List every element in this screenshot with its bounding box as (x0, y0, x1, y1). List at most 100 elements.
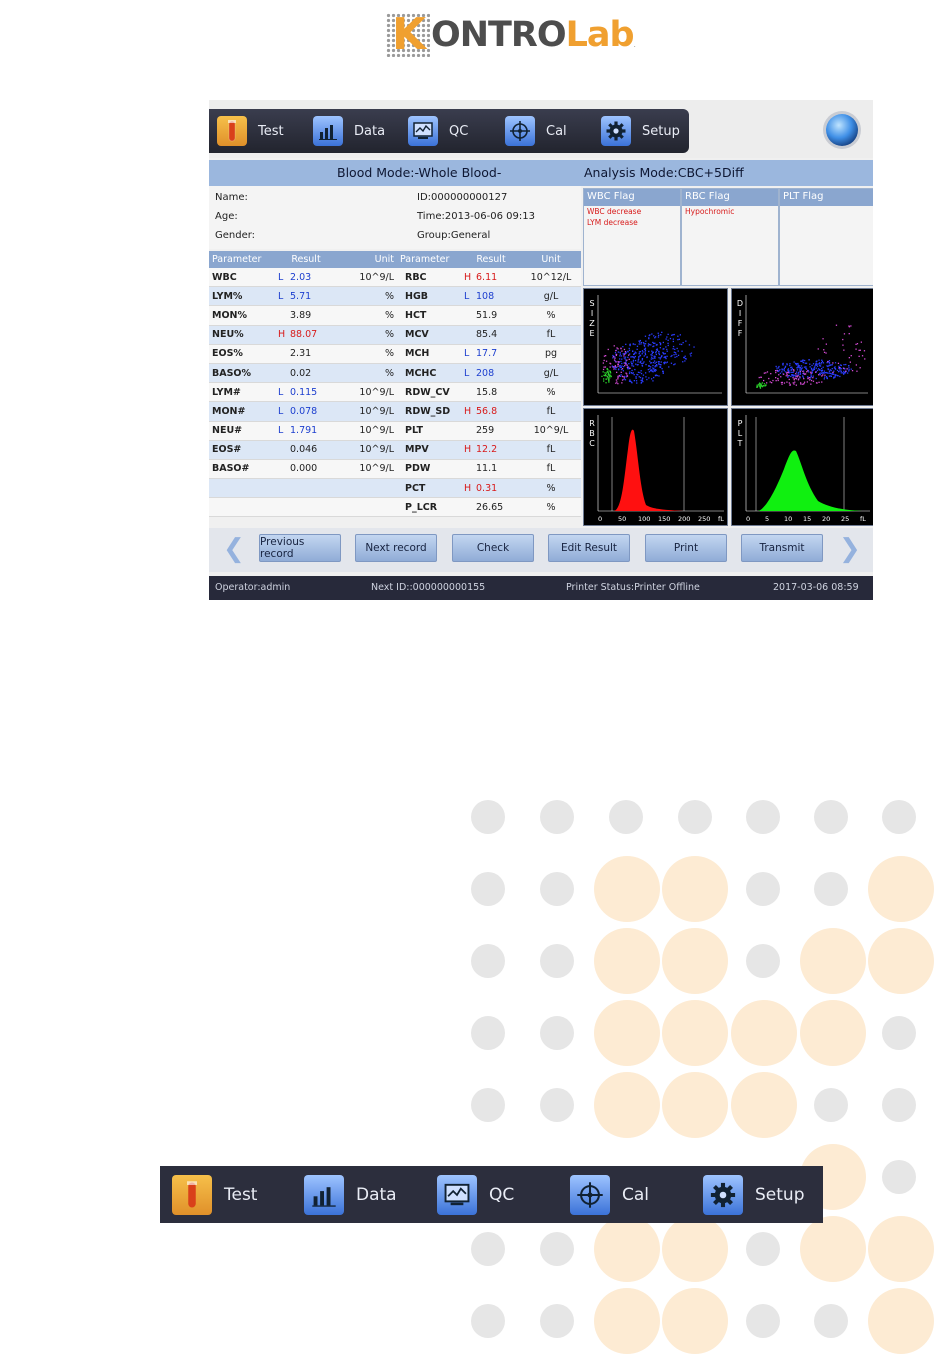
scatter-point (860, 341, 862, 343)
scatter-point (828, 375, 831, 377)
tab-qc[interactable]: QC (408, 115, 468, 147)
result-cell: 0.02 (275, 363, 337, 384)
scatter-point (806, 381, 808, 383)
check-button[interactable]: Check (452, 534, 534, 562)
parameter-name (209, 478, 275, 499)
scatter-point (615, 354, 617, 356)
scatter-point (844, 372, 847, 374)
scatter-point (624, 356, 627, 358)
scatter-point (682, 342, 684, 344)
scatter-point (791, 368, 793, 370)
power-button[interactable] (826, 114, 858, 146)
parameter-name: BASO# (209, 459, 275, 480)
scatter-point (648, 371, 650, 373)
parameter-name: LYM# (209, 382, 275, 403)
parameter-name: MON# (209, 401, 275, 422)
table-row: P_LCR 26.65% (209, 497, 581, 518)
scatter-point (658, 357, 660, 359)
big-tab-data[interactable]: Data (304, 1175, 397, 1215)
scatter-point (811, 372, 813, 374)
scatter-point (779, 369, 781, 371)
parameter-name: MON% (209, 305, 275, 326)
big-tab-qc-label: QC (489, 1185, 515, 1205)
scatter-point (683, 357, 685, 359)
scatter-point (817, 363, 819, 365)
scatter-point (789, 364, 791, 367)
scatter-point (675, 353, 677, 355)
scatter-point (775, 370, 777, 372)
bar-chart-icon (304, 1175, 344, 1215)
scatter-point (810, 375, 812, 377)
result-value: 11.1 (476, 463, 498, 475)
result-cell: L 5.71 (275, 286, 337, 307)
scatter-point (835, 324, 838, 326)
tab-data[interactable]: Data (313, 115, 385, 147)
table-row: BASO% 0.02% MCHC L 208 g/L (209, 363, 581, 384)
scatter-point (672, 345, 675, 348)
scatter-point (652, 380, 654, 382)
scatter-point (619, 351, 621, 354)
scatter-point (795, 364, 798, 366)
tab-cal[interactable]: Cal (505, 115, 567, 147)
scatter-point (802, 359, 804, 361)
scatter-point (803, 378, 805, 380)
scatter-point (645, 363, 647, 366)
scatter-point (617, 365, 619, 367)
big-tab-qc[interactable]: QC (437, 1175, 514, 1215)
scatter-point (799, 365, 801, 367)
scatter-point (758, 376, 760, 379)
scatter-point (781, 383, 783, 385)
scatter-point (668, 366, 670, 368)
scatter-point (808, 371, 810, 373)
scatter-point (631, 363, 633, 365)
big-tab-setup[interactable]: Setup (703, 1175, 804, 1215)
previous-page-arrow-icon[interactable]: ❮ (223, 536, 245, 562)
edit-result-button[interactable]: Edit Result (548, 534, 630, 562)
previous-record-button[interactable]: Previous record (259, 534, 341, 562)
result-flag: L (278, 290, 284, 302)
scatter-point (836, 369, 839, 372)
scatter-point (822, 366, 824, 368)
transmit-button[interactable]: Transmit (741, 534, 823, 562)
scatter-point (816, 382, 818, 384)
big-tab-test[interactable]: Test (172, 1175, 257, 1215)
tab-setup[interactable]: Setup (601, 115, 680, 147)
tick-label: 15 (803, 515, 811, 523)
logo-wordmark: ONTROLab (431, 15, 635, 55)
parameter-name: RDW_SD (397, 401, 461, 422)
wbc-flag-item: LYM decrease (587, 218, 638, 227)
scatter-point (821, 375, 823, 377)
scatter-point (603, 378, 605, 380)
scatter-point (832, 362, 834, 364)
result-cell: L 208 (461, 363, 521, 384)
scatter-point (660, 342, 662, 345)
plt-curve (758, 450, 862, 511)
rbc-histogram-canvas: 0 50 100 150 200 250 fL (597, 415, 724, 523)
scatter-point (632, 361, 634, 363)
scatter-point (802, 370, 804, 372)
scatter-point (602, 362, 604, 364)
tab-test[interactable]: Test (217, 115, 284, 147)
scatter-point (783, 382, 786, 384)
scatter-point (677, 354, 680, 356)
big-tab-cal[interactable]: Cal (570, 1175, 649, 1215)
scatter-point (783, 369, 785, 371)
scatter-point (775, 371, 777, 374)
scatter-point (644, 343, 647, 345)
result-cell: 259 (461, 421, 521, 441)
tab-test-label: Test (258, 123, 284, 139)
scatter-point (652, 345, 654, 348)
scatter-point (619, 353, 621, 355)
scatter-point (681, 343, 683, 346)
next-id-status: Next ID::000000000155 (371, 582, 486, 593)
next-record-button[interactable]: Next record (355, 534, 437, 562)
scatter-point (808, 377, 811, 379)
parameter-name: NEU% (209, 325, 275, 345)
next-page-arrow-icon[interactable]: ❯ (839, 536, 861, 562)
scatter-point (610, 372, 612, 374)
print-button[interactable]: Print (645, 534, 727, 562)
unit-cell: % (521, 382, 581, 403)
scatter-point (623, 348, 626, 351)
scatter-point (815, 377, 817, 380)
result-value: 0.000 (290, 463, 318, 475)
